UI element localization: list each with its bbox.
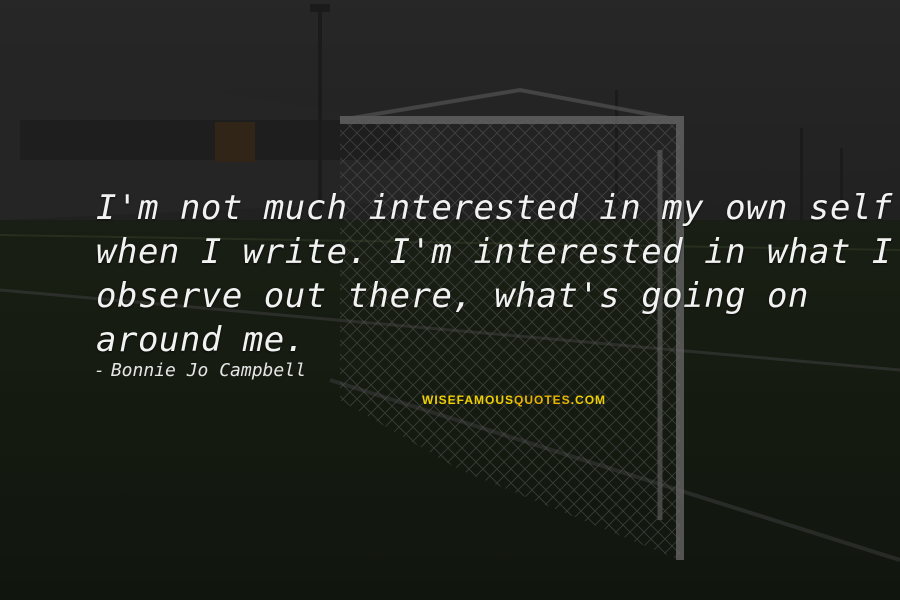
author-name: Bonnie Jo Campbell xyxy=(110,360,306,381)
watermark-part: WISEFAMOUS xyxy=(422,393,515,407)
quote-author: - Bonnie Jo Campbell xyxy=(94,360,306,381)
watermark-logo: WISEFAMOUSQUOTES.COM xyxy=(422,393,606,407)
quote-line: observe out there, what's going on xyxy=(96,276,809,316)
quote-line: around me. xyxy=(96,320,306,360)
watermark-part: QUOTES xyxy=(514,393,571,407)
quote-line: I'm not much interested in my own self xyxy=(96,188,893,228)
author-dash: - xyxy=(94,360,105,381)
quote-text: I'm not much interested in my own self w… xyxy=(96,186,893,362)
quote-line: when I write. I'm interested in what I xyxy=(96,232,893,272)
watermark-part: .COM xyxy=(570,393,607,407)
quote-card: I'm not much interested in my own self w… xyxy=(0,0,900,600)
